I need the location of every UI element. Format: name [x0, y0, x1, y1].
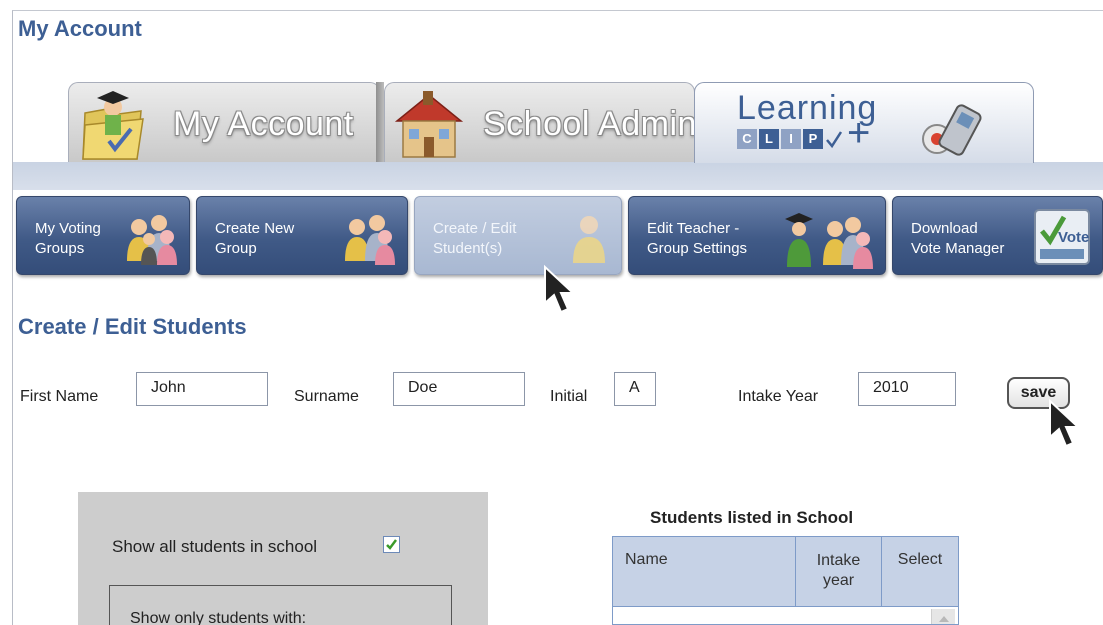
students-table: Name Intake year Select [612, 536, 959, 625]
tab-school-admin[interactable]: School Admin [384, 82, 695, 162]
column-header-select[interactable]: Select [882, 537, 958, 607]
plus-sign: + [847, 111, 871, 155]
nav-button-label: Download Vote Manager [911, 220, 1005, 257]
mobile-phone-icon [921, 101, 987, 163]
nav-download-vote-manager-button[interactable]: Download Vote Manager Vote [892, 196, 1103, 275]
table-header-row: Name Intake year Select [613, 537, 958, 607]
show-all-students-label: Show all students in school [112, 537, 318, 556]
student-filter-panel: Show all students in school Show only st… [78, 492, 488, 625]
initial-input[interactable]: A [614, 372, 656, 406]
school-house-icon [393, 89, 465, 162]
first-name-label: First Name [20, 388, 99, 405]
tab-divider [376, 82, 384, 162]
column-header-name[interactable]: Name [613, 537, 796, 607]
nav-button-label: Edit Teacher - Group Settings [647, 220, 748, 257]
tab-my-account[interactable]: My Account [68, 82, 380, 162]
surname-label: Surname [294, 388, 359, 405]
clip-letter: P [803, 129, 823, 149]
clip-letter: C [737, 129, 757, 149]
nav-button-label: My Voting Groups [35, 220, 101, 257]
nav-edit-teacher-group-settings-button[interactable]: Edit Teacher - Group Settings [628, 196, 886, 275]
vote-box-icon: Vote [1034, 209, 1090, 270]
filter-criteria-box: Show only students with: [109, 585, 452, 625]
tab-my-account-label: My Account [173, 105, 354, 143]
nav-my-voting-groups-button[interactable]: My Voting Groups [16, 196, 190, 275]
vote-icon-text: Vote [1058, 229, 1089, 246]
column-header-intake-year[interactable]: Intake year [796, 537, 882, 607]
student-icon [569, 209, 609, 270]
first-name-input[interactable]: John [136, 372, 268, 406]
section-title: Create / Edit Students [18, 314, 247, 339]
show-all-students-checkbox[interactable] [383, 536, 400, 553]
clip-letter: L [759, 129, 779, 149]
page-title: My Account [18, 16, 142, 41]
scroll-up-button[interactable] [931, 609, 955, 624]
mouse-cursor-icon [544, 264, 576, 314]
teacher-group-icon [777, 209, 877, 274]
surname-input[interactable]: Doe [393, 372, 525, 406]
nav-create-edit-students-button[interactable]: Create / Edit Student(s) [414, 196, 622, 275]
tab-bar-strip [13, 162, 1103, 190]
students-table-title: Students listed in School [650, 508, 854, 527]
initial-label: Initial [550, 388, 588, 405]
tab-learning-clip[interactable]: Learning C L I P + [694, 82, 1034, 163]
nav-button-label: Create New Group [215, 220, 295, 257]
intake-year-label: Intake Year [738, 388, 819, 405]
group-people-icon [337, 209, 399, 270]
checkmark-icon [826, 131, 843, 149]
tab-school-admin-label: School Admin [483, 105, 695, 143]
mouse-cursor-icon [1049, 398, 1081, 448]
clip-logo-letters: C L I P [737, 129, 847, 149]
nav-create-new-group-button[interactable]: Create New Group [196, 196, 408, 275]
clip-letter: I [781, 129, 801, 149]
voting-group-icon [119, 209, 181, 270]
intake-year-input[interactable]: 2010 [858, 372, 956, 406]
filter-criteria-label: Show only students with: [130, 610, 307, 625]
nav-button-label: Create / Edit Student(s) [433, 220, 517, 257]
checkmark-icon [386, 539, 397, 550]
folder-graduate-icon [79, 89, 149, 162]
